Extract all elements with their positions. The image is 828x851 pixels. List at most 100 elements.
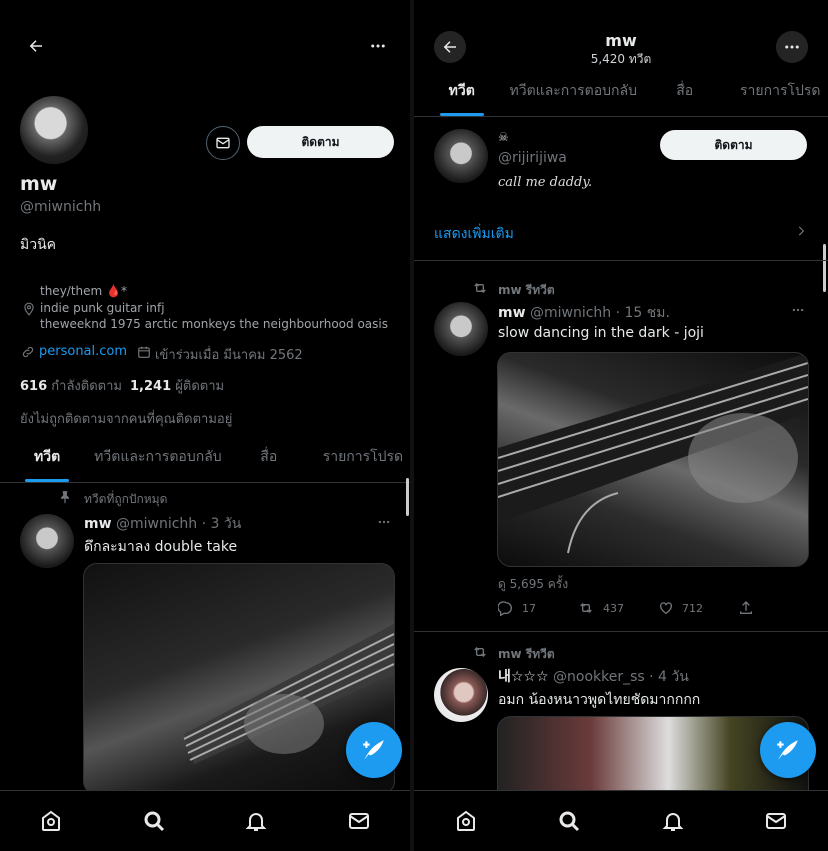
tweet-more-button[interactable] [786, 298, 810, 322]
scrollbar[interactable] [823, 244, 826, 292]
tab-tweets[interactable]: ทวีต [0, 436, 94, 482]
share-action[interactable] [738, 600, 754, 616]
tweet-author-handle[interactable]: @miwnichh [116, 516, 197, 532]
tweet-avatar[interactable] [20, 514, 74, 568]
back-button[interactable] [20, 30, 52, 62]
search-icon[interactable] [557, 809, 581, 833]
tab-likes[interactable]: รายการโปรด [316, 436, 410, 482]
share-icon [740, 601, 752, 614]
tweet-time: · 15 ชม. [615, 305, 670, 321]
following-count: 616 [20, 379, 48, 394]
retweet-label[interactable]: mw รีทวีต [498, 645, 555, 664]
search-icon[interactable] [142, 809, 166, 833]
show-more-link[interactable]: แสดงเพิ่มเติม [434, 223, 514, 245]
profile-name: mw [20, 173, 58, 195]
following-label: กำลังติดตาม [51, 379, 122, 394]
location-icon [24, 302, 34, 316]
joined-date: เข้าร่วมเมื่อ มีนาคม 2562 [155, 348, 303, 363]
tweet-more-button[interactable] [372, 510, 396, 534]
tweet-author-handle[interactable]: @miwnichh [530, 305, 611, 321]
link-icon [22, 346, 34, 358]
tweet-avatar[interactable] [434, 668, 488, 722]
profile-tabs: ทวีต ทวีตและการตอบกลับ สื่อ รายการโปรด [414, 70, 828, 117]
message-button[interactable] [206, 126, 240, 160]
retweet-action[interactable]: 437 [577, 600, 624, 616]
like-action[interactable]: 712 [658, 600, 703, 616]
mail-icon[interactable] [764, 809, 788, 833]
tab-media[interactable]: สื่อ [222, 436, 316, 482]
pin-icon [60, 491, 70, 504]
scrollbar[interactable] [406, 478, 409, 516]
profile-display-bio: มิวนิค [20, 237, 57, 253]
profile-tabs: ทวีต ทวีตและการตอบกลับ สื่อ รายการโปรด [0, 436, 410, 483]
suggested-user-bio: call me daddy. [498, 175, 593, 190]
mail-icon [216, 137, 230, 149]
bio-line-3: theweeknd 1975 arctic monkeys the neighb… [40, 317, 388, 331]
back-arrow-icon [29, 40, 42, 52]
suggested-user-emoji: ☠ [498, 130, 509, 144]
tweet-header: mw @miwnichh · 3 วัน [84, 513, 241, 535]
followers-label: ผู้ติดตาม [175, 379, 225, 394]
retweet-icon [580, 603, 592, 613]
tweet-avatar[interactable] [434, 302, 488, 356]
tab-tweets-replies[interactable]: ทวีตและการตอบกลับ [510, 70, 638, 116]
bottom-nav [0, 790, 410, 851]
left-profile-screen: ติดตาม mw @miwnichh มิวนิค they/them 🩸* … [0, 0, 410, 851]
tab-tweets-replies[interactable]: ทวีตและการตอบกลับ [94, 436, 222, 482]
retweet-icon [474, 283, 486, 293]
tweet-header: mw @miwnichh · 15 ชม. [498, 302, 670, 324]
right-profile-screen: mw 5,420 ทวีต ทวีต ทวีตและการตอบกลับ สื่… [414, 0, 828, 851]
tweet-time: · 4 วัน [649, 669, 689, 685]
reply-count: 17 [522, 601, 536, 615]
tab-media[interactable]: สื่อ [637, 70, 733, 116]
tweet-author-name[interactable]: mw [498, 305, 526, 321]
tab-likes[interactable]: รายการโปรด [733, 70, 828, 116]
bell-icon[interactable] [661, 809, 685, 833]
bottom-nav [414, 790, 828, 851]
divider [414, 631, 828, 632]
profile-handle: @miwnichh [20, 199, 102, 215]
guitar-fretboard-image [498, 353, 808, 554]
follow-button[interactable]: ติดตาม [247, 126, 394, 158]
profile-avatar[interactable] [20, 96, 88, 164]
compose-button[interactable] [760, 722, 816, 778]
chevron-right-icon[interactable] [794, 224, 808, 238]
reply-action[interactable]: 17 [498, 600, 536, 616]
like-icon [660, 602, 672, 615]
profile-link[interactable]: personal.com [39, 344, 127, 359]
more-button[interactable] [776, 31, 808, 63]
more-button[interactable] [362, 30, 394, 62]
more-icon [785, 45, 799, 49]
tweet-views: ดู 5,695 ครั้ง [498, 577, 569, 591]
following-stat[interactable]: 616 กำลังติดตาม [20, 375, 122, 396]
pinned-label: ทวีตที่ถูกปักหมุด [84, 492, 168, 506]
header-subtitle: 5,420 ทวีต [590, 52, 652, 66]
mail-icon[interactable] [347, 809, 371, 833]
more-icon [371, 44, 385, 48]
tweet-text: slow dancing in the dark - joji [498, 325, 704, 341]
tweet-text: อมก น้องหนาวพูดไทยชัดมากกกก [498, 692, 701, 708]
retweet-icon [474, 647, 486, 657]
followers-stat[interactable]: 1,241 ผู้ติดตาม [130, 375, 224, 396]
not-followed-note: ยังไม่ถูกติดตามจากคนที่คุณติดตามอยู่ [20, 412, 233, 427]
home-icon[interactable] [39, 809, 63, 833]
home-icon[interactable] [454, 809, 478, 833]
compose-icon [363, 740, 384, 760]
follow-button[interactable]: ติดตาม [660, 130, 807, 160]
tweet-author-handle[interactable]: @nookker_ss [553, 669, 645, 685]
header-title: mw [605, 31, 637, 50]
retweet-label[interactable]: mw รีทวีต [498, 281, 555, 300]
compose-icon [777, 740, 798, 760]
like-count: 712 [682, 601, 703, 615]
suggested-user-handle[interactable]: @rijirijiwa [498, 150, 567, 166]
reply-icon [498, 601, 512, 616]
tab-tweets[interactable]: ทวีต [414, 70, 510, 116]
compose-button[interactable] [346, 722, 402, 778]
tweet-media[interactable] [497, 352, 809, 567]
tweet-author-name[interactable]: 내☆☆☆ [498, 669, 549, 685]
divider [414, 260, 828, 261]
suggested-user-avatar[interactable] [434, 129, 488, 183]
bell-icon[interactable] [244, 809, 268, 833]
calendar-icon [138, 346, 150, 358]
tweet-author-name[interactable]: mw [84, 516, 112, 532]
